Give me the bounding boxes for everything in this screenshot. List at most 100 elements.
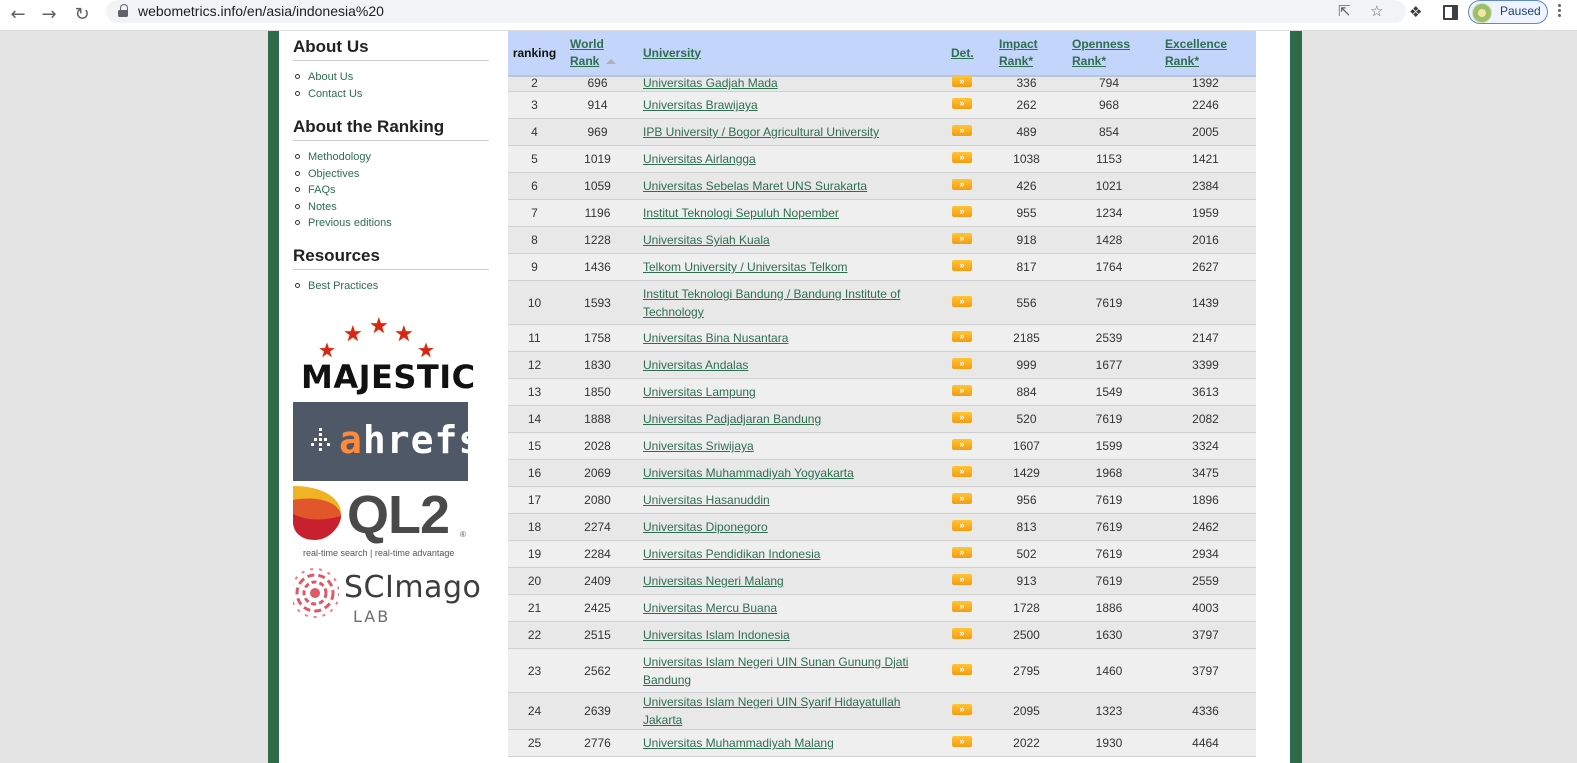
university-link[interactable]: Universitas Islam Negeri UIN Sunan Gunun… bbox=[643, 653, 951, 689]
kebab-menu-icon[interactable] bbox=[1558, 4, 1561, 20]
address-bar[interactable]: webometrics.info/en/asia/indonesia%20 ⇱ … bbox=[106, 0, 1406, 23]
ranking-cell: 3 bbox=[508, 91, 561, 119]
back-arrow-icon[interactable]: ← bbox=[5, 1, 31, 27]
details-button[interactable]: » bbox=[952, 260, 972, 271]
university-link[interactable]: Universitas Padjadjaran Bandung bbox=[643, 410, 951, 428]
det-column-header[interactable]: Det. bbox=[951, 31, 990, 77]
objectives-link[interactable]: Objectives bbox=[308, 168, 359, 180]
university-link[interactable]: Universitas Mercu Buana bbox=[643, 599, 951, 617]
details-button[interactable]: » bbox=[952, 295, 972, 307]
university-link[interactable]: Universitas Sriwijaya bbox=[643, 437, 951, 455]
details-button[interactable]: » bbox=[952, 466, 972, 477]
reload-icon[interactable]: ↻ bbox=[69, 1, 95, 27]
previous-editions-link[interactable]: Previous editions bbox=[308, 217, 392, 229]
university-link[interactable]: Universitas Islam Negeri UIN Syarif Hida… bbox=[643, 693, 951, 729]
forward-arrow-icon[interactable]: → bbox=[36, 1, 62, 27]
methodology-link[interactable]: Methodology bbox=[308, 151, 371, 163]
details-button[interactable]: » bbox=[952, 547, 972, 558]
university-link[interactable]: Universitas Andalas bbox=[643, 356, 951, 374]
university-column-header[interactable]: University bbox=[634, 31, 951, 77]
faqs-link[interactable]: FAQs bbox=[308, 184, 336, 196]
details-button[interactable]: » bbox=[952, 98, 972, 109]
best-practices-link[interactable]: Best Practices bbox=[308, 280, 378, 292]
university-cell: Universitas Muhammadiyah Malang bbox=[634, 729, 951, 757]
details-button[interactable]: » bbox=[952, 574, 972, 585]
openness-rank-cell: 1153 bbox=[1063, 145, 1155, 173]
world-rank-column-header[interactable]: World Rank bbox=[561, 31, 634, 77]
university-link[interactable]: Universitas Airlangga bbox=[643, 150, 951, 168]
side-panel-icon[interactable] bbox=[1443, 5, 1458, 20]
details-button[interactable]: » bbox=[952, 704, 972, 715]
world-rank-cell: 2776 bbox=[561, 729, 634, 757]
university-link[interactable]: Universitas Hasanuddin bbox=[643, 491, 951, 509]
ranking-cell: 11 bbox=[508, 324, 561, 352]
university-link[interactable]: Universitas Gadjah Mada bbox=[643, 77, 951, 90]
excellence-rank-cell: 2147 bbox=[1155, 324, 1256, 352]
details-button[interactable]: » bbox=[952, 663, 972, 675]
details-button[interactable]: » bbox=[952, 412, 972, 423]
university-cell: Universitas Pendidikan Indonesia bbox=[634, 540, 951, 568]
notes-link[interactable]: Notes bbox=[308, 201, 337, 213]
excellence-rank-sort-link[interactable]: Excellence Rank* bbox=[1165, 36, 1227, 70]
details-button[interactable]: » bbox=[952, 736, 972, 747]
sidebar-item-objectives: Objectives bbox=[295, 166, 392, 183]
world-rank-sort-link[interactable]: World Rank bbox=[570, 36, 604, 70]
university-link[interactable]: Universitas Brawijaya bbox=[643, 96, 951, 114]
about-us-link[interactable]: About Us bbox=[308, 71, 353, 83]
details-button[interactable]: » bbox=[952, 601, 972, 612]
bookmark-star-icon[interactable]: ☆ bbox=[1370, 2, 1383, 20]
table-row: 8 1228 Universitas Syiah Kuala» 918 1428 2016 bbox=[508, 226, 1256, 254]
details-button[interactable]: » bbox=[952, 358, 972, 369]
university-link[interactable]: Universitas Negeri Malang bbox=[643, 572, 951, 590]
details-button[interactable]: » bbox=[952, 152, 972, 163]
university-link[interactable]: IPB University / Bogor Agricultural Univ… bbox=[643, 123, 951, 141]
university-cell: Universitas Airlangga bbox=[634, 145, 951, 173]
lock-icon[interactable] bbox=[118, 4, 128, 18]
excellence-rank-column-header[interactable]: Excellence Rank* bbox=[1155, 31, 1256, 77]
details-button[interactable]: » bbox=[952, 206, 972, 217]
world-rank-cell: 2284 bbox=[561, 540, 634, 568]
details-button[interactable]: » bbox=[952, 520, 972, 531]
university-link[interactable]: Universitas Muhammadiyah Malang bbox=[643, 734, 951, 752]
world-rank-cell: 969 bbox=[561, 118, 634, 146]
details-button[interactable]: » bbox=[952, 125, 972, 136]
table-row: 9 1436 Telkom University / Universitas Tel… bbox=[508, 253, 1256, 281]
ranking-table-container[interactable]: ranking World Rank University Det. Impact… bbox=[508, 31, 1256, 763]
university-cell: Telkom University / Universitas Telkom bbox=[634, 253, 951, 281]
details-button[interactable]: » bbox=[952, 385, 972, 396]
university-link[interactable]: Universitas Bina Nusantara bbox=[643, 329, 951, 347]
university-link[interactable]: Universitas Pendidikan Indonesia bbox=[643, 545, 951, 563]
university-sort-link[interactable]: University bbox=[643, 45, 701, 62]
impact-rank-sort-link[interactable]: Impact Rank* bbox=[999, 36, 1038, 70]
university-link[interactable]: Universitas Syiah Kuala bbox=[643, 231, 951, 249]
university-link[interactable]: Institut Teknologi Bandung / Bandung Ins… bbox=[643, 285, 951, 321]
details-button[interactable]: » bbox=[952, 331, 972, 342]
university-link[interactable]: Telkom University / Universitas Telkom bbox=[643, 258, 951, 276]
profile-button[interactable]: Paused bbox=[1468, 0, 1548, 24]
university-link[interactable]: Universitas Diponegoro bbox=[643, 518, 951, 536]
ql2-logo[interactable]: QL2 ® real-time search | real-time advan… bbox=[293, 485, 468, 562]
majestic-logo[interactable]: ★ ★ ★ ★ ★ MAJESTIC bbox=[293, 314, 475, 396]
details-button[interactable]: » bbox=[952, 493, 972, 504]
details-button[interactable]: » bbox=[952, 439, 972, 450]
university-link[interactable]: Universitas Muhammadiyah Yogyakarta bbox=[643, 464, 951, 482]
contact-us-link[interactable]: Contact Us bbox=[308, 88, 362, 100]
url-text[interactable]: webometrics.info/en/asia/indonesia%20 bbox=[138, 3, 384, 19]
details-button[interactable]: » bbox=[952, 233, 972, 244]
det-sort-link[interactable]: Det. bbox=[951, 45, 974, 62]
details-button[interactable]: » bbox=[952, 179, 972, 190]
openness-rank-column-header[interactable]: Openness Rank* bbox=[1063, 31, 1155, 77]
share-icon[interactable]: ⇱ bbox=[1338, 2, 1351, 20]
university-link[interactable]: Universitas Islam Indonesia bbox=[643, 626, 951, 644]
university-link[interactable]: Universitas Lampung bbox=[643, 383, 951, 401]
openness-rank-sort-link[interactable]: Openness Rank* bbox=[1072, 36, 1130, 70]
university-cell: Universitas Muhammadiyah Yogyakarta bbox=[634, 459, 951, 487]
university-link[interactable]: Universitas Sebelas Maret UNS Surakarta bbox=[643, 177, 951, 195]
scimago-logo[interactable]: SCImago LAB bbox=[293, 564, 481, 628]
details-button[interactable]: » bbox=[952, 628, 972, 639]
university-link[interactable]: Institut Teknologi Sepuluh Nopember bbox=[643, 204, 951, 222]
ahrefs-logo[interactable]: ahrefs bbox=[293, 402, 481, 481]
details-button[interactable]: » bbox=[952, 76, 972, 87]
impact-rank-column-header[interactable]: Impact Rank* bbox=[990, 31, 1063, 77]
extensions-puzzle-icon[interactable]: ❖ bbox=[1409, 3, 1422, 21]
